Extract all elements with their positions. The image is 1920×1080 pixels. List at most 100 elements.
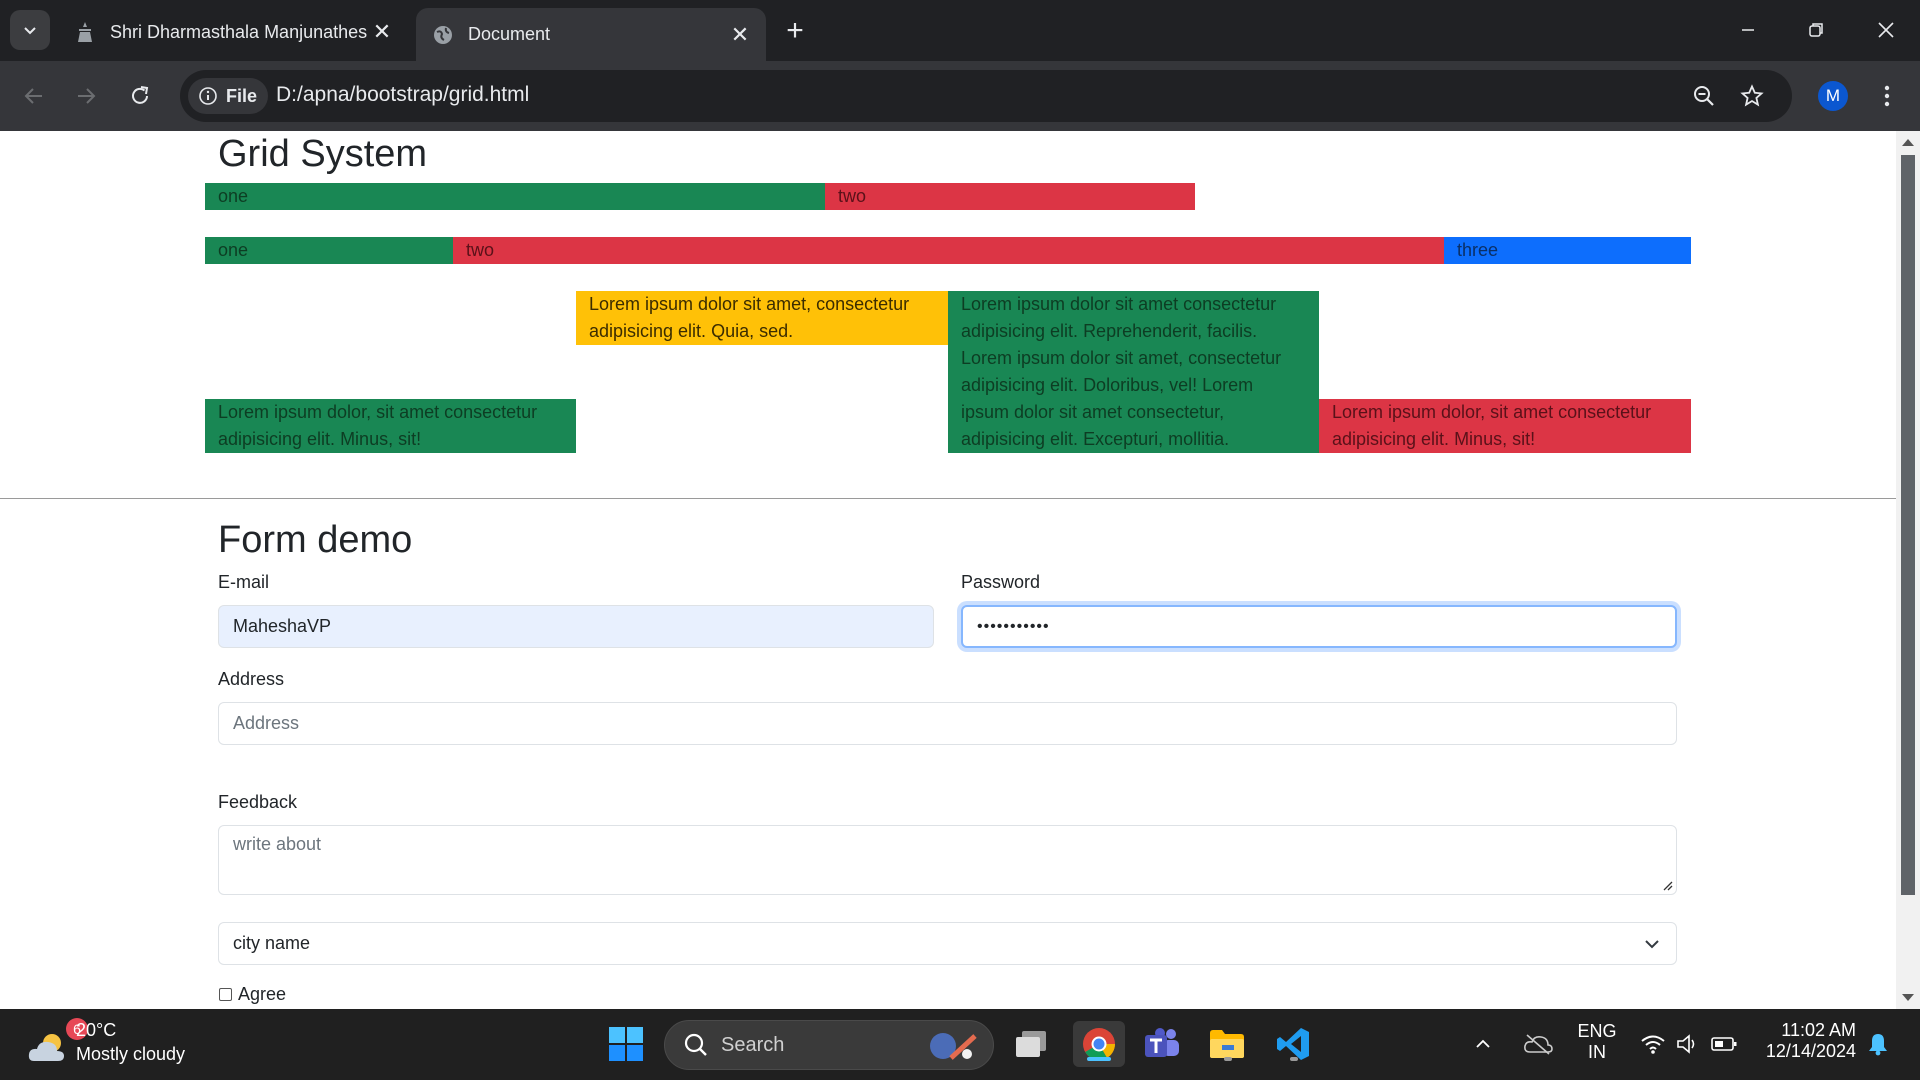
page-viewport: Grid System one two one two three Lorem …	[0, 131, 1896, 1009]
minimize-button[interactable]	[1720, 8, 1776, 52]
search-highlight-icon	[930, 1033, 977, 1060]
cloud-offline-icon	[1524, 1034, 1553, 1055]
weather-widget[interactable]: 6 20°C Mostly cloudy	[20, 1009, 200, 1080]
lorem-box-green: Lorem ipsum dolor, sit amet consectetur …	[205, 399, 576, 453]
scroll-down-icon[interactable]	[1902, 994, 1914, 1001]
tab-strip: Shri Dharmasthala Manjunatheshwara ✕ Doc…	[0, 0, 1920, 61]
email-field[interactable]: MaheshaVP	[218, 605, 934, 648]
browser-menu-button[interactable]	[1872, 77, 1902, 115]
running-app-indicator	[1224, 1057, 1232, 1061]
bookmark-button[interactable]	[1736, 80, 1768, 112]
wifi-icon	[1641, 1035, 1665, 1054]
site-info-chip[interactable]: File	[188, 78, 268, 114]
teams-icon	[1145, 1028, 1179, 1057]
weather-desc: Mostly cloudy	[76, 1044, 186, 1064]
temple-favicon-icon	[72, 19, 98, 45]
forward-button[interactable]	[66, 76, 106, 116]
info-icon	[199, 87, 217, 105]
grid-cell-two: two	[453, 237, 1444, 264]
chevron-down-icon	[1645, 940, 1659, 949]
weather-temp: 20°C	[76, 1020, 117, 1040]
chevron-up-icon	[1476, 1039, 1490, 1048]
grid-cell-one: one	[205, 183, 825, 210]
grid-system-heading: Grid System	[218, 133, 428, 175]
city-select[interactable]: city name	[218, 922, 1677, 965]
address-label: Address	[218, 669, 285, 689]
reload-icon	[132, 86, 149, 104]
agree-label: Agree	[238, 984, 287, 1004]
globe-favicon-icon	[430, 22, 456, 48]
close-tab-icon[interactable]: ✕	[368, 18, 396, 46]
clock-date: 12/14/2024	[1765, 1041, 1856, 1061]
lorem-box-green-tall: Lorem ipsum dolor sit amet consectetur a…	[948, 291, 1319, 453]
lorem-box-red: Lorem ipsum dolor, sit amet consectetur …	[1319, 399, 1691, 453]
tab-title: Document	[468, 24, 551, 44]
active-app-indicator	[1087, 1057, 1111, 1061]
taskbar-search[interactable]: Search	[664, 1020, 994, 1070]
scroll-up-icon[interactable]	[1902, 139, 1914, 146]
start-button[interactable]	[603, 1021, 649, 1067]
bell-icon	[1869, 1034, 1887, 1056]
reload-button[interactable]	[120, 76, 160, 116]
file-explorer-taskbar-button[interactable]	[1204, 1021, 1250, 1067]
password-field[interactable]: •••••••••••	[961, 605, 1677, 648]
horizontal-rule	[0, 498, 1896, 499]
password-label: Password	[961, 572, 1041, 592]
search-label: Search	[721, 1034, 785, 1056]
browser-toolbar: File D:/apna/bootstrap/grid.html M	[0, 61, 1920, 131]
feedback-label: Feedback	[218, 792, 298, 812]
language-indicator[interactable]: ENG IN	[1572, 1021, 1622, 1063]
close-window-button[interactable]	[1858, 8, 1914, 52]
zoom-button[interactable]	[1688, 80, 1720, 112]
chevron-down-icon	[24, 27, 36, 35]
task-view-button[interactable]	[1008, 1021, 1054, 1067]
address-field[interactable]: Address	[218, 702, 1677, 745]
volume-icon	[1677, 1034, 1695, 1054]
teams-taskbar-button[interactable]	[1139, 1021, 1185, 1067]
grid-cell-one: one	[205, 237, 453, 264]
show-hidden-icons-button[interactable]	[1468, 1021, 1498, 1067]
vscode-taskbar-button[interactable]	[1270, 1021, 1316, 1067]
restore-button[interactable]	[1788, 8, 1844, 52]
tab-search-button[interactable]	[10, 10, 50, 50]
close-icon	[1878, 22, 1894, 38]
tab-document[interactable]: Document ✕	[416, 8, 766, 61]
windows-taskbar: 6 20°C Mostly cloudy Search ENG IN 11:02…	[0, 1009, 1920, 1080]
quick-settings-button[interactable]	[1636, 1029, 1742, 1061]
onedrive-tray-button[interactable]	[1516, 1021, 1560, 1067]
arrow-right-icon	[78, 88, 96, 104]
restore-icon	[1809, 23, 1823, 37]
task-view-icon	[1016, 1031, 1046, 1057]
address-placeholder: Address	[233, 713, 300, 733]
search-icon	[684, 1033, 707, 1056]
star-icon	[1740, 84, 1764, 107]
clock-time: 11:02 AM	[1781, 1020, 1856, 1040]
url-text: D:/apna/bootstrap/grid.html	[276, 83, 530, 106]
notifications-button[interactable]	[1858, 1021, 1898, 1067]
close-tab-icon[interactable]: ✕	[726, 21, 754, 49]
form-demo-heading: Form demo	[218, 519, 413, 561]
windows-logo-icon	[609, 1027, 643, 1061]
tab-shri-dharmasthala[interactable]: Shri Dharmasthala Manjunatheshwara ✕	[58, 8, 408, 56]
folder-icon	[1210, 1030, 1244, 1058]
lorem-box-yellow: Lorem ipsum dolor sit amet, consectetur …	[576, 291, 948, 345]
email-label: E-mail	[218, 572, 270, 592]
page-scrollbar[interactable]	[1896, 131, 1920, 1009]
more-vertical-icon	[1884, 85, 1890, 107]
back-button[interactable]	[14, 76, 54, 116]
address-bar[interactable]: File D:/apna/bootstrap/grid.html	[180, 70, 1792, 122]
profile-avatar[interactable]: M	[1818, 81, 1848, 111]
feedback-textarea[interactable]: write about	[218, 825, 1677, 895]
grid-cell-two: two	[825, 183, 1195, 210]
clock[interactable]: 11:02 AM 12/14/2024	[1756, 1020, 1856, 1062]
agree-checkbox[interactable]	[219, 988, 232, 1001]
new-tab-button[interactable]: +	[778, 14, 812, 48]
zoom-out-icon	[1694, 86, 1714, 106]
scrollbar-thumb[interactable]	[1901, 155, 1915, 895]
language-code: ENG	[1577, 1021, 1617, 1041]
chrome-taskbar-button[interactable]	[1073, 1021, 1125, 1067]
battery-icon	[1711, 1037, 1737, 1051]
resize-grip-icon	[1663, 881, 1673, 891]
cloudy-weather-icon	[28, 1034, 64, 1061]
arrow-left-icon	[24, 88, 42, 104]
